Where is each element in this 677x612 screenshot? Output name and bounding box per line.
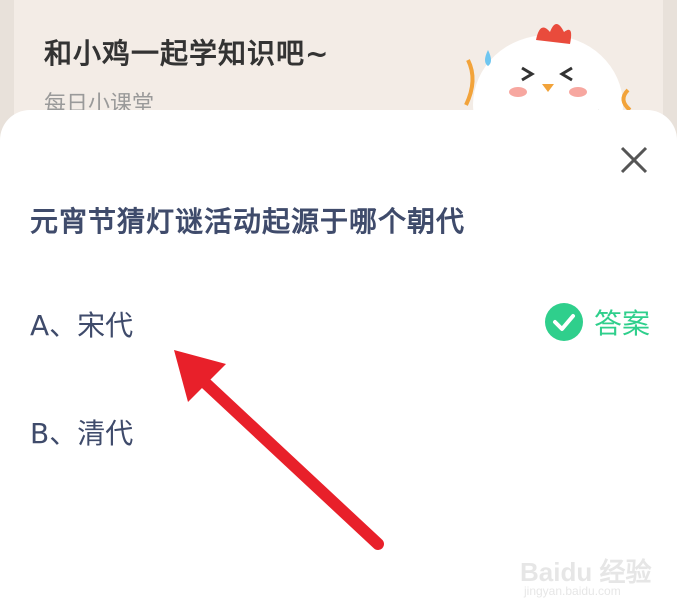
watermark: Baidu 经验 jingyan.baidu.com bbox=[520, 548, 670, 608]
question-text: 元宵节猜灯谜活动起源于哪个朝代 bbox=[30, 205, 466, 238]
option-b-label: B、清代 bbox=[30, 417, 134, 450]
option-b[interactable]: B、清代 bbox=[30, 402, 650, 462]
check-circle-icon bbox=[544, 303, 583, 341]
answer-marker: 答案 bbox=[544, 302, 650, 342]
watermark-sub: jingyan.baidu.com bbox=[524, 584, 621, 598]
header-title: 和小鸡一起学知识吧~ bbox=[44, 37, 330, 70]
answer-label: 答案 bbox=[593, 307, 650, 340]
close-button[interactable] bbox=[612, 138, 656, 182]
option-a-label: A、宋代 bbox=[30, 309, 134, 342]
option-a[interactable]: A、宋代 答案 bbox=[30, 294, 650, 354]
close-icon bbox=[620, 146, 648, 174]
quiz-sheet bbox=[0, 110, 677, 612]
